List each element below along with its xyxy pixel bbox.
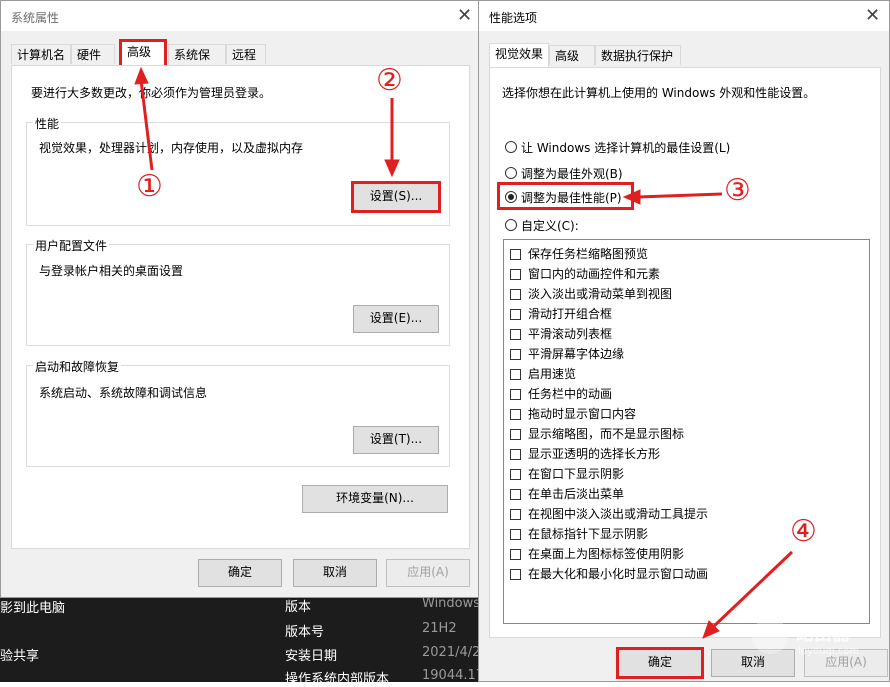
watermark-name: 路由器 — [796, 624, 850, 645]
annotation-2: ② — [376, 63, 403, 98]
annotation-4: ④ — [790, 514, 817, 549]
arrow-4 — [710, 550, 794, 630]
annotation-1: ① — [136, 169, 163, 204]
arrow-1 — [139, 79, 154, 171]
arrow-3 — [637, 192, 723, 199]
watermark-url: luyouqi.com — [798, 646, 860, 657]
arrow-2-head — [384, 159, 400, 178]
arrow-3-head — [622, 189, 641, 205]
arrow-1-head — [134, 66, 149, 85]
annotation-overlay — [134, 66, 794, 639]
annotation-3: ③ — [724, 173, 751, 208]
watermark-logo-icon — [752, 618, 788, 654]
